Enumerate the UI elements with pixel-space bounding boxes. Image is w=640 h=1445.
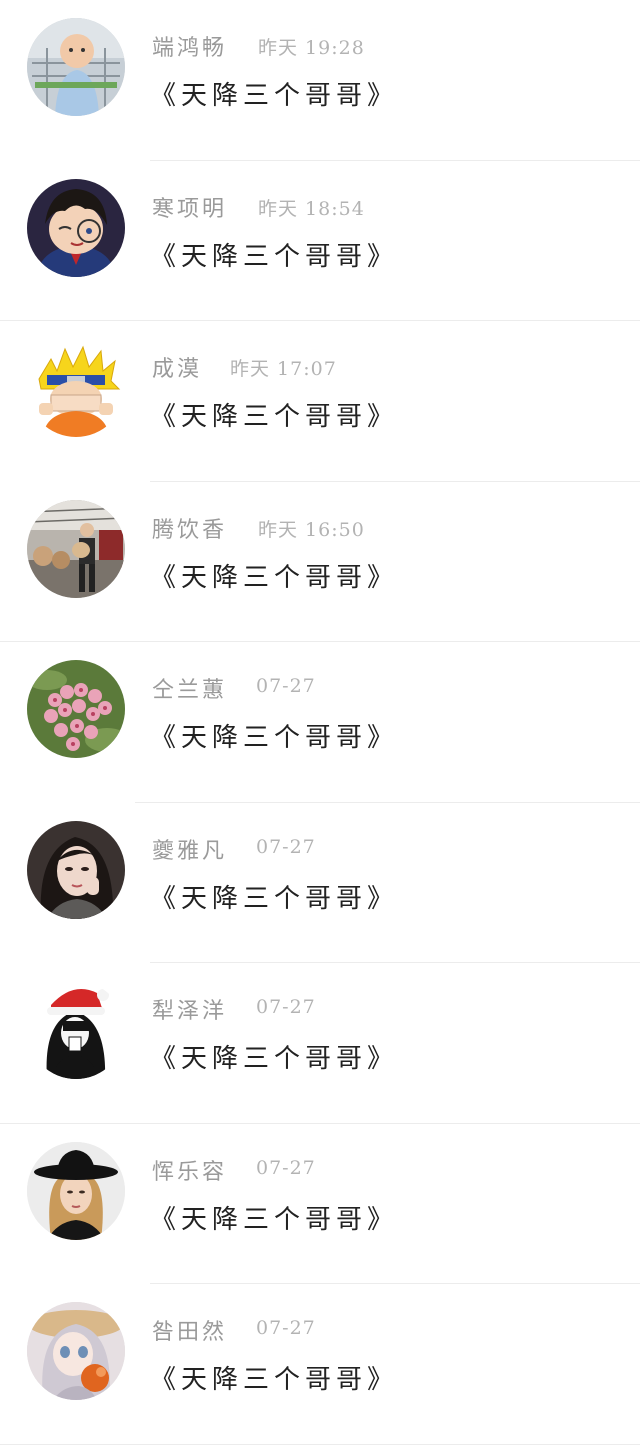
contact-name: 腾饮香 <box>152 517 228 543</box>
hat-model-avatar[interactable] <box>27 1141 125 1240</box>
conversation-item[interactable]: 端鸿畅 昨天 19:28 《天降三个哥哥》 <box>0 0 640 161</box>
conversation-item[interactable]: 犁泽洋 07-27 《天降三个哥哥》 <box>0 963 640 1124</box>
contact-name: 仝兰蕙 <box>152 678 228 703</box>
divider <box>0 1443 640 1445</box>
timestamp: 昨天 19:28 <box>258 37 365 59</box>
timestamp: 07-27 <box>256 996 316 1018</box>
message-preview: 《天降三个哥哥》 <box>150 1365 399 1395</box>
conversation-item[interactable]: 夔雅凡 07-27 《天降三个哥哥》 <box>0 803 640 963</box>
message-preview: 《天降三个哥哥》 <box>150 81 399 111</box>
contact-name: 端鸿畅 <box>152 36 228 61</box>
conversation-item[interactable]: 腾饮香 昨天 16:50 《天降三个哥哥》 <box>0 482 640 642</box>
contact-name: 恽乐容 <box>152 1159 228 1185</box>
contact-name: 成漠 <box>152 357 203 382</box>
timestamp: 07-27 <box>256 675 316 697</box>
anime-ninja-avatar[interactable] <box>27 339 125 437</box>
pink-flowers-avatar[interactable] <box>27 660 125 758</box>
conversation-item[interactable]: 咎田然 07-27 《天降三个哥哥》 <box>0 1284 640 1445</box>
conversation-item[interactable]: 恽乐容 07-27 《天降三个哥哥》 <box>0 1124 640 1284</box>
baby-photo-avatar[interactable] <box>27 18 125 116</box>
contact-name: 夔雅凡 <box>152 838 228 864</box>
anime-detective-avatar[interactable] <box>27 178 125 277</box>
message-preview: 《天降三个哥哥》 <box>150 1204 399 1235</box>
musician-photo-avatar[interactable] <box>27 499 125 598</box>
timestamp: 昨天 18:54 <box>258 197 365 220</box>
anime-girl-avatar[interactable] <box>27 1302 125 1400</box>
conversation-item[interactable]: 仝兰蕙 07-27 《天降三个哥哥》 <box>0 642 640 803</box>
message-preview: 《天降三个哥哥》 <box>150 562 399 593</box>
woman-portrait-avatar[interactable] <box>27 820 125 919</box>
contact-name: 咎田然 <box>152 1320 228 1345</box>
contact-name: 犁泽洋 <box>152 999 228 1024</box>
message-preview: 《天降三个哥哥》 <box>150 723 399 753</box>
santa-hat-girl-avatar[interactable] <box>27 981 125 1079</box>
timestamp: 昨天 17:07 <box>230 358 337 380</box>
conversation-item[interactable]: 成漠 昨天 17:07 《天降三个哥哥》 <box>0 321 640 482</box>
timestamp: 07-27 <box>256 835 316 858</box>
timestamp: 07-27 <box>256 1156 316 1179</box>
conversation-item[interactable]: 寒项明 昨天 18:54 《天降三个哥哥》 <box>0 161 640 321</box>
conversation-list: 端鸿畅 昨天 19:28 《天降三个哥哥》 寒项明 昨天 18:54 《天降三个… <box>0 0 640 1445</box>
timestamp: 昨天 16:50 <box>258 518 365 541</box>
message-preview: 《天降三个哥哥》 <box>150 402 399 432</box>
timestamp: 07-27 <box>256 1317 316 1339</box>
message-preview: 《天降三个哥哥》 <box>150 241 399 272</box>
contact-name: 寒项明 <box>152 196 228 222</box>
message-preview: 《天降三个哥哥》 <box>150 1044 399 1074</box>
message-preview: 《天降三个哥哥》 <box>150 883 399 914</box>
